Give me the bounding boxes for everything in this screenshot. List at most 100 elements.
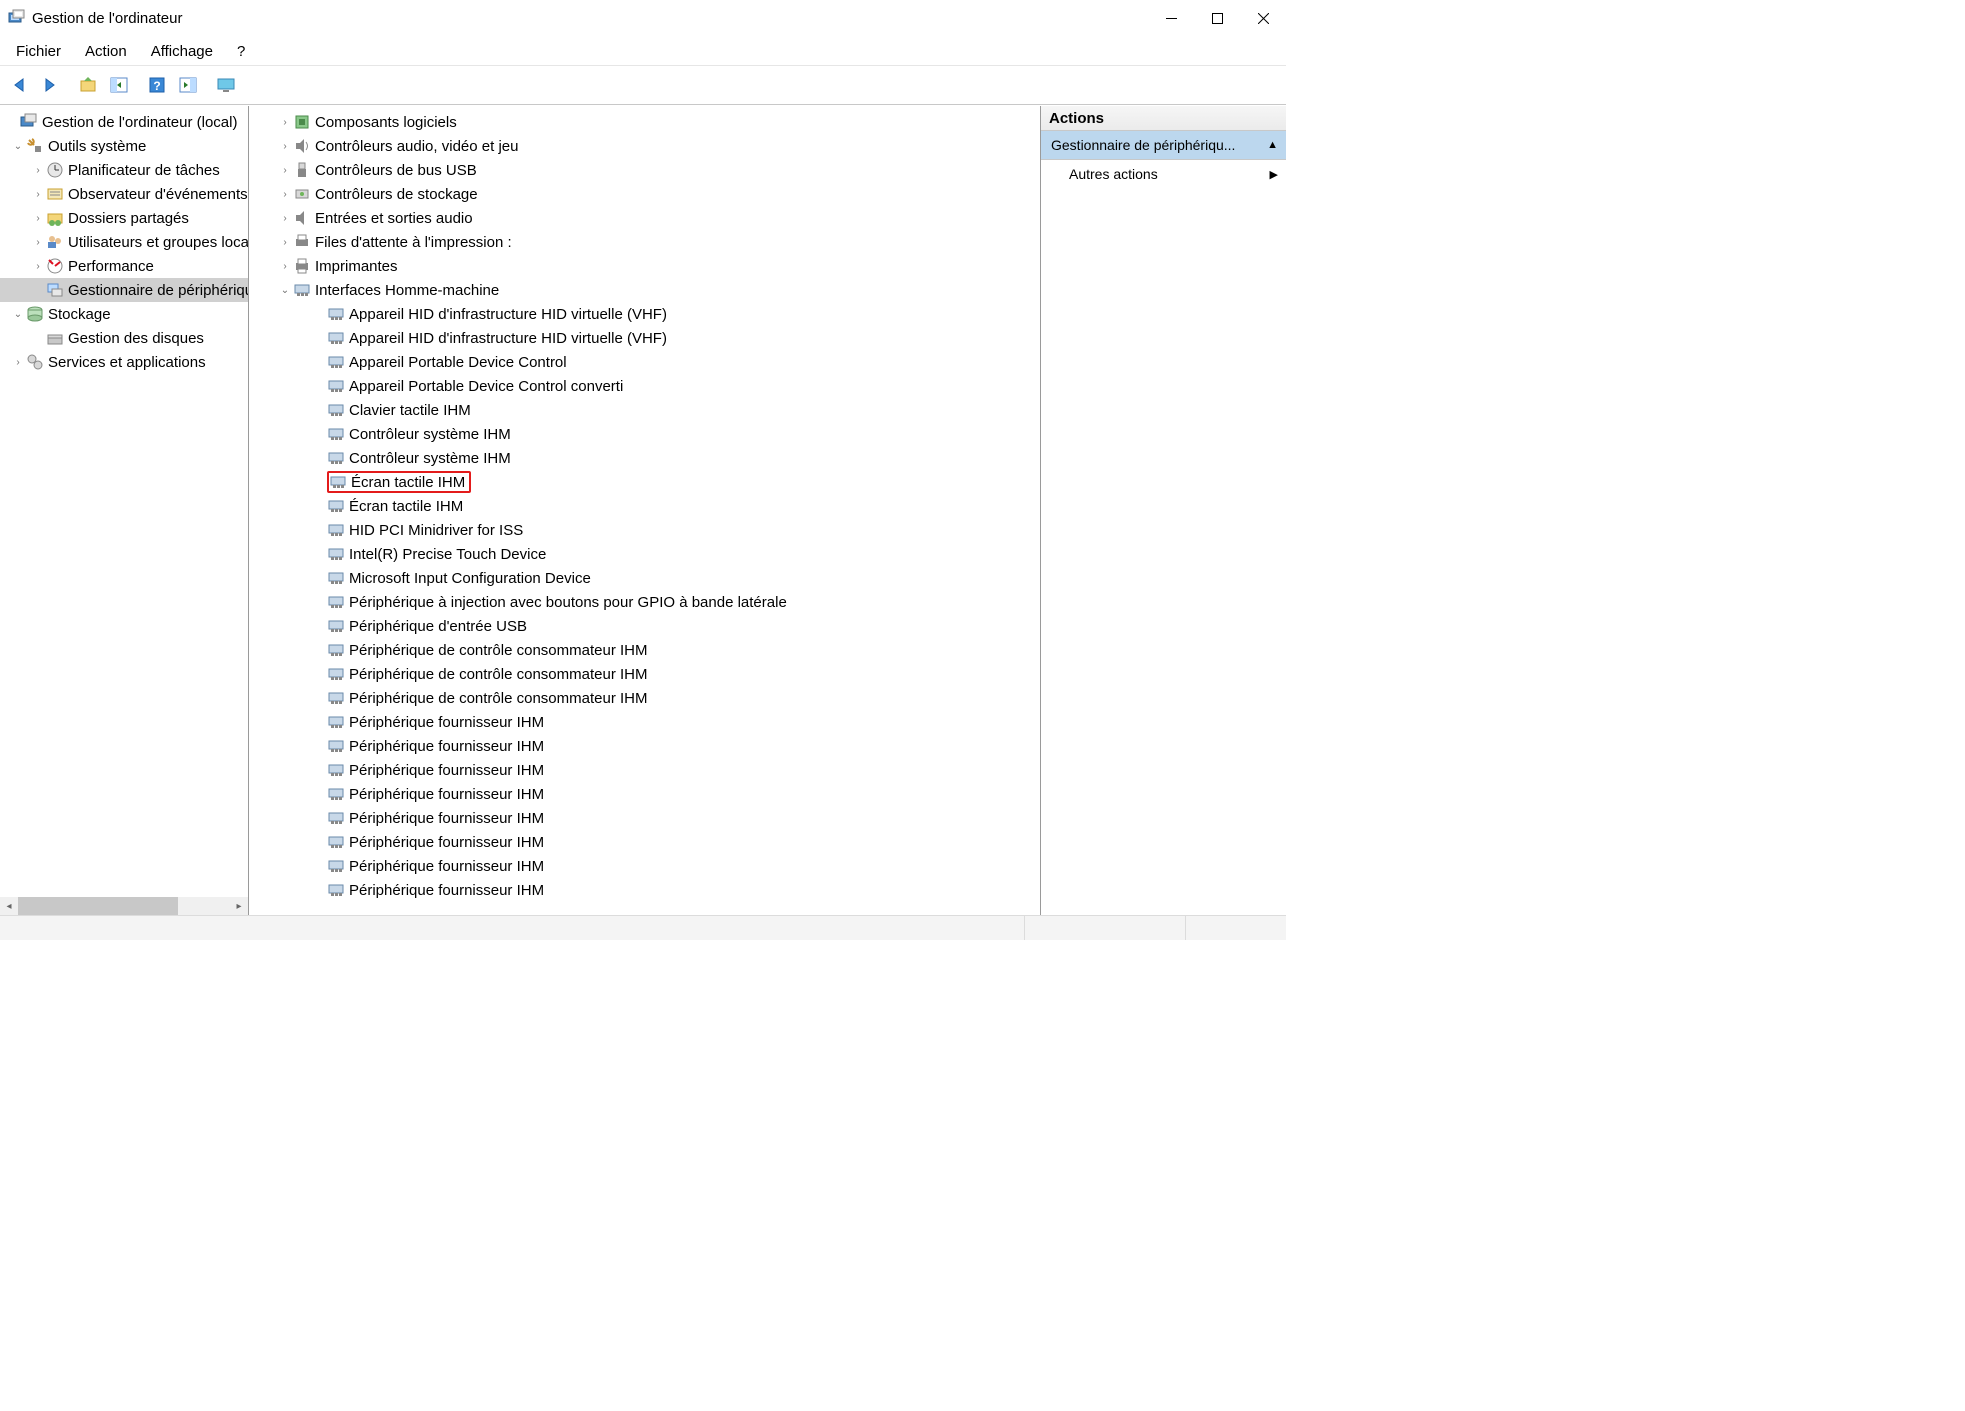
expand-icon[interactable]: › bbox=[30, 186, 46, 202]
 bbox=[311, 882, 327, 898]
device-row[interactable]: ›Imprimantes bbox=[249, 254, 1040, 278]
tree-label: Gestion de l'ordinateur (local) bbox=[42, 114, 237, 131]
tree-label: Utilisateurs et groupes locaux bbox=[68, 234, 248, 251]
expand-icon[interactable]: › bbox=[277, 138, 293, 154]
device-row[interactable]: ›Contrôleurs de stockage bbox=[249, 182, 1040, 206]
expand-icon[interactable]: › bbox=[277, 114, 293, 130]
device-row[interactable]: Périphérique de contrôle consommateur IH… bbox=[249, 686, 1040, 710]
up-button[interactable] bbox=[73, 70, 103, 100]
device-row[interactable]: Microsoft Input Configuration Device bbox=[249, 566, 1040, 590]
 bbox=[311, 498, 327, 514]
device-row[interactable]: Écran tactile IHM bbox=[249, 494, 1040, 518]
tree-perf[interactable]: › Performance bbox=[0, 254, 248, 278]
device-row[interactable]: ›Files d'attente à l'impression : bbox=[249, 230, 1040, 254]
tree-observ[interactable]: › Observateur d'événements bbox=[0, 182, 248, 206]
tree-root[interactable]: Gestion de l'ordinateur (local) bbox=[0, 110, 248, 134]
expand-icon[interactable]: › bbox=[30, 258, 46, 274]
device-row[interactable]: Contrôleur système IHM bbox=[249, 422, 1040, 446]
expand-icon[interactable]: › bbox=[277, 234, 293, 250]
tree-planif[interactable]: › Planificateur de tâches bbox=[0, 158, 248, 182]
tree-users[interactable]: › Utilisateurs et groupes locaux bbox=[0, 230, 248, 254]
hid-device-icon bbox=[329, 473, 347, 491]
minimize-button[interactable] bbox=[1148, 3, 1194, 33]
maximize-button[interactable] bbox=[1194, 3, 1240, 33]
device-row[interactable]: Clavier tactile IHM bbox=[249, 398, 1040, 422]
device-label: Contrôleurs de bus USB bbox=[315, 162, 477, 179]
device-row[interactable]: HID PCI Minidriver for ISS bbox=[249, 518, 1040, 542]
scroll-left-button[interactable]: ◂ bbox=[0, 897, 18, 915]
device-row[interactable]: Appareil HID d'infrastructure HID virtue… bbox=[249, 326, 1040, 350]
device-row[interactable]: Périphérique fournisseur IHM bbox=[249, 782, 1040, 806]
collapse-icon[interactable]: ⌄ bbox=[10, 138, 26, 154]
tree-devmgr[interactable]: Gestionnaire de périphériques bbox=[0, 278, 248, 302]
usb-icon bbox=[293, 161, 311, 179]
device-row[interactable]: Périphérique fournisseur IHM bbox=[249, 854, 1040, 878]
console-tree[interactable]: Gestion de l'ordinateur (local) ⌄ Outils… bbox=[0, 106, 248, 897]
 bbox=[311, 522, 327, 538]
device-label: Contrôleur système IHM bbox=[349, 426, 511, 443]
device-row[interactable]: Contrôleur système IHM bbox=[249, 446, 1040, 470]
expand-icon[interactable]: › bbox=[30, 234, 46, 250]
device-label: Périphérique de contrôle consommateur IH… bbox=[349, 642, 647, 659]
device-tree-scroll[interactable]: ›Composants logiciels›Contrôleurs audio,… bbox=[249, 106, 1040, 915]
device-row[interactable]: Intel(R) Precise Touch Device bbox=[249, 542, 1040, 566]
close-button[interactable] bbox=[1240, 3, 1286, 33]
collapse-icon[interactable]: ⌄ bbox=[277, 282, 293, 298]
device-row[interactable]: ⌄Interfaces Homme-machine bbox=[249, 278, 1040, 302]
expand-icon[interactable]: › bbox=[30, 162, 46, 178]
device-row[interactable]: Périphérique fournisseur IHM bbox=[249, 830, 1040, 854]
expand-icon[interactable]: › bbox=[277, 258, 293, 274]
device-row[interactable]: Appareil Portable Device Control convert… bbox=[249, 374, 1040, 398]
device-label: Périphérique à injection avec boutons po… bbox=[349, 594, 787, 611]
device-label: Périphérique de contrôle consommateur IH… bbox=[349, 690, 647, 707]
tree-label: Gestionnaire de périphériques bbox=[68, 282, 248, 299]
menu-action[interactable]: Action bbox=[73, 41, 139, 62]
tree-disques[interactable]: Gestion des disques bbox=[0, 326, 248, 350]
device-row[interactable]: Périphérique fournisseur IHM bbox=[249, 878, 1040, 902]
back-button[interactable] bbox=[4, 70, 34, 100]
forward-button[interactable] bbox=[35, 70, 65, 100]
window-title: Gestion de l'ordinateur bbox=[32, 10, 182, 27]
device-row[interactable]: ›Contrôleurs audio, vidéo et jeu bbox=[249, 134, 1040, 158]
expand-icon[interactable]: › bbox=[277, 210, 293, 226]
menu-affichage[interactable]: Affichage bbox=[139, 41, 225, 62]
tree-outils[interactable]: ⌄ Outils système bbox=[0, 134, 248, 158]
device-row[interactable]: Appareil HID d'infrastructure HID virtue… bbox=[249, 302, 1040, 326]
menu-help[interactable]: ? bbox=[225, 41, 257, 62]
device-row[interactable]: Périphérique de contrôle consommateur IH… bbox=[249, 638, 1040, 662]
show-hide-tree-button[interactable] bbox=[104, 70, 134, 100]
monitor-button[interactable] bbox=[211, 70, 241, 100]
scroll-right-button[interactable]: ▸ bbox=[230, 897, 248, 915]
tree-label: Services et applications bbox=[48, 354, 206, 371]
device-row[interactable]: Périphérique d'entrée USB bbox=[249, 614, 1040, 638]
expand-icon[interactable]: › bbox=[277, 162, 293, 178]
horizontal-scrollbar[interactable]: ◂ ▸ bbox=[0, 897, 248, 915]
help-button[interactable]: ? bbox=[142, 70, 172, 100]
device-row[interactable]: › Contrôleurs de bus USB bbox=[249, 158, 1040, 182]
chevron-right-icon: ▶ bbox=[1270, 168, 1278, 181]
device-row[interactable]: ›Entrées et sorties audio bbox=[249, 206, 1040, 230]
expand-icon[interactable]: › bbox=[10, 354, 26, 370]
tree-services[interactable]: › Services et applications bbox=[0, 350, 248, 374]
expand-icon[interactable]: › bbox=[30, 210, 46, 226]
actions-group[interactable]: Gestionnaire de périphériqu... ▲ bbox=[1041, 131, 1286, 160]
device-row[interactable]: Périphérique fournisseur IHM bbox=[249, 734, 1040, 758]
tree-stockage[interactable]: ⌄ Stockage bbox=[0, 302, 248, 326]
device-row[interactable]: Périphérique à injection avec boutons po… bbox=[249, 590, 1040, 614]
 bbox=[311, 642, 327, 658]
show-hide-action-button[interactable] bbox=[173, 70, 203, 100]
expand-icon[interactable]: › bbox=[277, 186, 293, 202]
tree-dossiers[interactable]: › Dossiers partagés bbox=[0, 206, 248, 230]
hid-device-icon bbox=[327, 377, 345, 395]
collapse-icon[interactable]: ⌄ bbox=[10, 306, 26, 322]
menu-fichier[interactable]: Fichier bbox=[4, 41, 73, 62]
device-row[interactable]: Écran tactile IHM bbox=[249, 470, 1040, 494]
device-row[interactable]: Périphérique fournisseur IHM bbox=[249, 758, 1040, 782]
device-row[interactable]: Périphérique fournisseur IHM bbox=[249, 710, 1040, 734]
scroll-thumb[interactable] bbox=[18, 897, 178, 915]
device-row[interactable]: Périphérique fournisseur IHM bbox=[249, 806, 1040, 830]
device-row[interactable]: Appareil Portable Device Control bbox=[249, 350, 1040, 374]
device-row[interactable]: ›Composants logiciels bbox=[249, 110, 1040, 134]
actions-more[interactable]: Autres actions ▶ bbox=[1041, 160, 1286, 188]
device-row[interactable]: Périphérique de contrôle consommateur IH… bbox=[249, 662, 1040, 686]
